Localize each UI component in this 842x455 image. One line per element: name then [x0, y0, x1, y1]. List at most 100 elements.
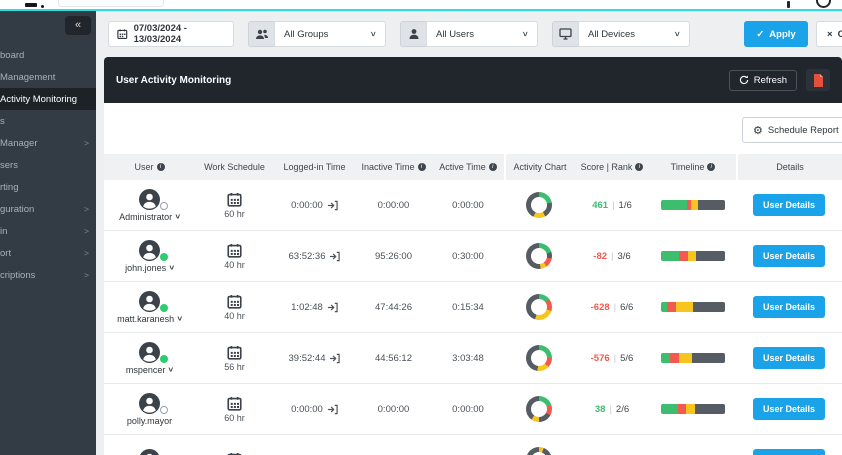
logged-in-time: 0:00:00: [291, 199, 323, 211]
date-range-picker[interactable]: 07/03/2024 - 13/03/2024: [108, 21, 234, 47]
active-time: 0:00:00: [452, 199, 484, 211]
schedule-report-button[interactable]: ⚙ Schedule Report: [742, 117, 842, 143]
sidebar-item[interactable]: rting: [0, 176, 96, 198]
active-time-cell: 0:30:00: [432, 251, 504, 262]
user-cell: Administrator >: [104, 188, 195, 222]
score-separator: |: [611, 250, 614, 262]
table-header-cell: Inactive Time i: [355, 154, 432, 180]
sidebar-item[interactable]: Manager >: [0, 132, 96, 154]
table-row: 14:17:05 46:18:30 1:41:30 -216 | 4/6 Use…: [104, 435, 842, 455]
user-details-button[interactable]: User Details: [752, 449, 826, 455]
header-label: Details: [776, 162, 804, 172]
timeline-bar: [661, 302, 725, 312]
user-details-button[interactable]: User Details: [752, 398, 826, 420]
user-details-button[interactable]: User Details: [752, 194, 826, 216]
status-dot: [160, 354, 168, 363]
sidebar-item[interactable]: ort >: [0, 242, 96, 264]
logged-in-time: 63:52:36: [288, 250, 326, 262]
user-details-button[interactable]: User Details: [752, 296, 826, 318]
user-name-dropdown[interactable]: Administrator >: [119, 212, 182, 222]
user-activity-table: User i Work Schedule Logged-in Time Inac…: [104, 154, 842, 455]
apply-button[interactable]: ✓ Apply: [744, 21, 808, 47]
activity-panel: User Activity Monitoring Refresh ⚙ Sched…: [104, 57, 842, 455]
refresh-icon: [739, 75, 748, 85]
work-schedule-cell: 60 hr: [195, 396, 274, 423]
sidebar-item[interactable]: in >: [0, 220, 96, 242]
notification-icon-fragment[interactable]: [787, 1, 790, 8]
avatar: [139, 239, 168, 261]
sidebar-item[interactable]: board: [0, 44, 96, 66]
user-cell: [104, 448, 195, 455]
table-body: Administrator > 60 hr 0:00:00 0:00:00 0:…: [104, 180, 842, 455]
user-name: matt.karanesh: [117, 313, 175, 324]
info-icon[interactable]: i: [707, 163, 716, 171]
timeline-bar: [661, 200, 725, 210]
user-avatar-icon-fragment[interactable]: [816, 0, 831, 8]
status-dot: [160, 303, 168, 312]
inactive-time-cell: 0:00:00: [355, 200, 432, 211]
main-area: 07/03/2024 - 13/03/2024 All Groups > All…: [96, 11, 842, 455]
chevron-right-icon: >: [84, 248, 89, 258]
schedule-hours: 40 hr: [224, 310, 245, 321]
sidebar-item[interactable]: criptions >: [0, 264, 96, 286]
login-icon: [330, 251, 341, 261]
inactive-time-cell: 0:00:00: [355, 404, 432, 415]
donut-hole: [531, 299, 547, 315]
sidebar-item[interactable]: guration >: [0, 198, 96, 220]
user-avatar-icon: [139, 448, 160, 455]
timeline-cell: [650, 353, 736, 363]
sidebar-item[interactable]: s: [0, 110, 96, 132]
work-schedule-cell: 40 hr: [195, 294, 274, 321]
user-details-button[interactable]: User Details: [752, 347, 826, 369]
active-time-cell: 0:15:34: [432, 302, 504, 313]
user-name-dropdown[interactable]: matt.karanesh >: [117, 313, 184, 324]
sidebar-item[interactable]: sers: [0, 154, 96, 176]
active-time-cell: 3:03:48: [432, 353, 504, 364]
header-label: Score | Rank: [580, 162, 633, 172]
sidebar-item-label: rting: [0, 181, 19, 193]
export-pdf-button[interactable]: [806, 69, 830, 91]
clear-button[interactable]: × Clear: [816, 21, 842, 47]
devices-select[interactable]: All Devices >: [578, 21, 690, 47]
panel-body: ⚙ Schedule Report User i Work Schedule L…: [104, 103, 842, 455]
info-icon[interactable]: i: [635, 163, 644, 171]
chevron-right-icon: >: [84, 270, 89, 280]
refresh-button[interactable]: Refresh: [728, 69, 797, 91]
users-select-value: All Users: [436, 28, 475, 40]
timeline-cell: [650, 302, 736, 312]
avatar: [139, 448, 160, 455]
active-time-cell: 0:00:00: [432, 200, 504, 211]
user-name-dropdown[interactable]: mspencer >: [126, 365, 175, 375]
score-value: 461: [592, 199, 609, 211]
info-icon[interactable]: i: [417, 163, 426, 171]
sidebar-item[interactable]: Activity Monitoring: [0, 88, 96, 110]
work-schedule-cell: 56 hr: [195, 345, 274, 372]
sidebar-item-label: Management: [0, 71, 56, 83]
sidebar-collapse-button[interactable]: «: [65, 16, 91, 35]
activity-chart-cell: [504, 345, 574, 371]
check-icon: ✓: [756, 28, 765, 40]
login-icon: [327, 404, 338, 414]
timeline-bar: [661, 404, 725, 414]
filter-bar: 07/03/2024 - 13/03/2024 All Groups > All…: [96, 11, 842, 57]
info-icon[interactable]: i: [488, 163, 497, 171]
user-name-dropdown[interactable]: polly.mayor: [127, 416, 172, 426]
groups-select[interactable]: All Groups >: [274, 21, 386, 47]
users-group-icon: [255, 29, 268, 39]
sidebar-item-label: board: [0, 49, 25, 61]
sidebar-item[interactable]: Management: [0, 66, 96, 88]
activity-chart-cell: [504, 396, 574, 422]
info-icon[interactable]: i: [156, 163, 165, 171]
user-name: polly.mayor: [126, 415, 173, 426]
user-name-dropdown[interactable]: john.jones >: [125, 263, 176, 273]
sidebar-item-label: Manager: [0, 137, 38, 149]
score-rank-cell: -576 | 5/6: [574, 353, 650, 364]
timeline-cell: [650, 251, 736, 261]
score-rank-cell: -628 | 6/6: [574, 302, 650, 313]
user-details-button[interactable]: User Details: [752, 245, 826, 267]
chevron-down-icon: >: [368, 31, 379, 37]
users-select[interactable]: All Users >: [426, 21, 538, 47]
search-input-fragment[interactable]: [58, 0, 164, 7]
rank-value: 1/6: [618, 199, 632, 211]
schedule-hours: 40 hr: [224, 259, 245, 270]
